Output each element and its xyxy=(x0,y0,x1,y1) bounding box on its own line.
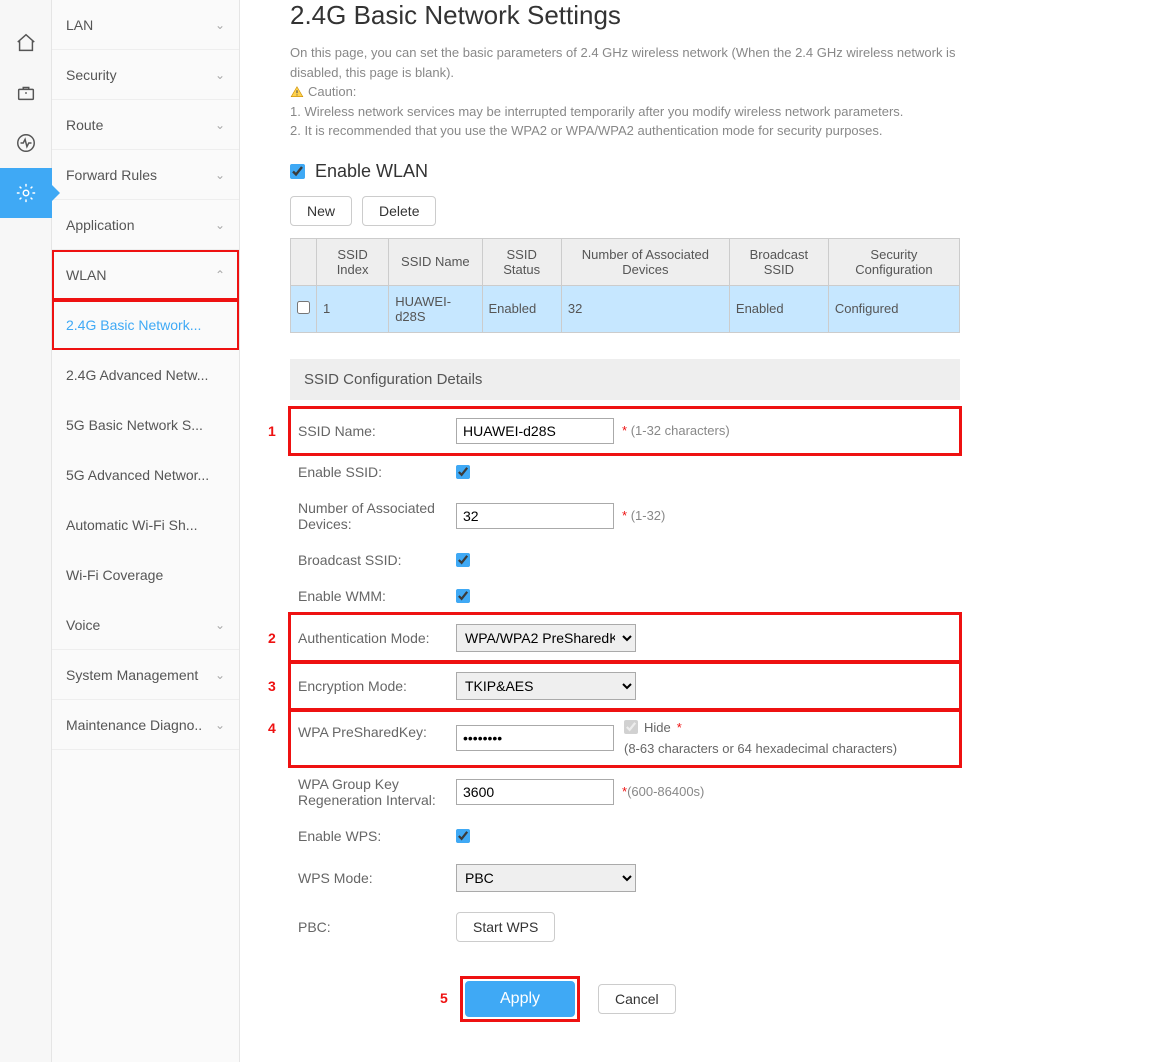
sidebar-item-route[interactable]: Route⌄ xyxy=(52,100,239,150)
chevron-down-icon: ⌄ xyxy=(215,18,225,32)
sub-24g-advanced[interactable]: 2.4G Advanced Netw... xyxy=(52,350,239,400)
hide-psk-checkbox[interactable] xyxy=(624,720,638,734)
chevron-down-icon: ⌄ xyxy=(215,118,225,132)
ssid-table-row[interactable]: 1 HUAWEI-d28S Enabled 32 Enabled Configu… xyxy=(291,285,960,332)
th-ssid-index: SSID Index xyxy=(317,238,389,285)
start-wps-button[interactable]: Start WPS xyxy=(456,912,555,942)
th-ssid-status: SSID Status xyxy=(482,238,561,285)
caution-icon xyxy=(290,85,304,99)
sub-24g-basic[interactable]: 2.4G Basic Network... xyxy=(52,300,239,350)
sidebar-item-wlan[interactable]: WLAN⌃ xyxy=(52,250,239,300)
assoc-devices-input[interactable] xyxy=(456,503,614,529)
enable-ssid-label: Enable SSID: xyxy=(298,464,456,480)
broadcast-ssid-checkbox[interactable] xyxy=(456,553,470,567)
rail-activity-icon[interactable] xyxy=(0,118,52,168)
page-title: 2.4G Basic Network Settings xyxy=(290,0,960,31)
group-key-interval-label: WPA Group Key Regeneration Interval: xyxy=(298,776,456,808)
main-content: 2.4G Basic Network Settings On this page… xyxy=(240,0,1000,1062)
chevron-up-icon: ⌃ xyxy=(215,268,225,282)
enable-wlan-label: Enable WLAN xyxy=(315,161,428,182)
encryption-mode-select[interactable]: TKIP&AES xyxy=(456,672,636,700)
sidebar-item-security[interactable]: Security⌄ xyxy=(52,50,239,100)
chevron-down-icon: ⌄ xyxy=(215,668,225,682)
th-assoc-devices: Number of Associated Devices xyxy=(561,238,729,285)
ssid-row-checkbox[interactable] xyxy=(297,301,310,314)
auth-mode-select[interactable]: WPA/WPA2 PreSharedKey xyxy=(456,624,636,652)
sidebar-item-voice[interactable]: Voice⌄ xyxy=(52,600,239,650)
marker-2: 2 xyxy=(268,630,276,646)
ssid-config-details-header: SSID Configuration Details xyxy=(290,359,960,400)
ssid-table: SSID Index SSID Name SSID Status Number … xyxy=(290,238,960,333)
encryption-mode-label: Encryption Mode: xyxy=(298,678,456,694)
th-security-config: Security Configuration xyxy=(828,238,959,285)
sidebar-item-lan[interactable]: LAN⌄ xyxy=(52,0,239,50)
wpa-psk-input[interactable] xyxy=(456,725,614,751)
ssid-name-input[interactable] xyxy=(456,418,614,444)
pbc-label: PBC: xyxy=(298,919,456,935)
delete-button[interactable]: Delete xyxy=(362,196,436,226)
new-button[interactable]: New xyxy=(290,196,352,226)
sub-5g-basic[interactable]: 5G Basic Network S... xyxy=(52,400,239,450)
rail-gear-icon[interactable] xyxy=(0,168,52,218)
sidebar: LAN⌄ Security⌄ Route⌄ Forward Rules⌄ App… xyxy=(52,0,240,1062)
chevron-down-icon: ⌄ xyxy=(215,618,225,632)
auth-mode-label: Authentication Mode: xyxy=(298,630,456,646)
wps-mode-select[interactable]: PBC xyxy=(456,864,636,892)
ssid-name-label: SSID Name: xyxy=(298,423,456,439)
sub-5g-advanced[interactable]: 5G Advanced Networ... xyxy=(52,450,239,500)
marker-5: 5 xyxy=(440,990,448,1006)
rail-briefcase-icon[interactable] xyxy=(0,68,52,118)
sub-auto-wifi-shutdown[interactable]: Automatic Wi-Fi Sh... xyxy=(52,500,239,550)
enable-wlan-checkbox[interactable] xyxy=(290,164,305,179)
enable-wps-checkbox[interactable] xyxy=(456,829,470,843)
sub-wifi-coverage[interactable]: Wi-Fi Coverage xyxy=(52,550,239,600)
enable-ssid-checkbox[interactable] xyxy=(456,465,470,479)
th-ssid-name: SSID Name xyxy=(389,238,482,285)
cancel-button[interactable]: Cancel xyxy=(598,984,676,1014)
sidebar-item-application[interactable]: Application⌄ xyxy=(52,200,239,250)
marker-3: 3 xyxy=(268,678,276,694)
chevron-down-icon: ⌄ xyxy=(215,168,225,182)
chevron-down-icon: ⌄ xyxy=(215,218,225,232)
assoc-devices-label: Number of Associated Devices: xyxy=(298,500,456,532)
broadcast-ssid-label: Broadcast SSID: xyxy=(298,552,456,568)
th-broadcast-ssid: Broadcast SSID xyxy=(729,238,828,285)
enable-wmm-label: Enable WMM: xyxy=(298,588,456,604)
group-key-interval-input[interactable] xyxy=(456,779,614,805)
sidebar-item-forward-rules[interactable]: Forward Rules⌄ xyxy=(52,150,239,200)
icon-rail xyxy=(0,0,52,1062)
apply-button[interactable]: Apply xyxy=(465,981,575,1017)
marker-4: 4 xyxy=(268,720,276,736)
chevron-down-icon: ⌄ xyxy=(215,68,225,82)
wpa-psk-label: WPA PreSharedKey: xyxy=(298,720,456,740)
sidebar-item-maintenance-diagnostic[interactable]: Maintenance Diagno..⌄ xyxy=(52,700,239,750)
enable-wmm-checkbox[interactable] xyxy=(456,589,470,603)
chevron-down-icon: ⌄ xyxy=(215,718,225,732)
page-description: On this page, you can set the basic para… xyxy=(290,43,960,141)
wlan-submenu: 2.4G Basic Network... 2.4G Advanced Netw… xyxy=(52,300,239,600)
sidebar-item-system-management[interactable]: System Management⌄ xyxy=(52,650,239,700)
enable-wps-label: Enable WPS: xyxy=(298,828,456,844)
rail-home-icon[interactable] xyxy=(0,18,52,68)
marker-1: 1 xyxy=(268,423,276,439)
wps-mode-label: WPS Mode: xyxy=(298,870,456,886)
